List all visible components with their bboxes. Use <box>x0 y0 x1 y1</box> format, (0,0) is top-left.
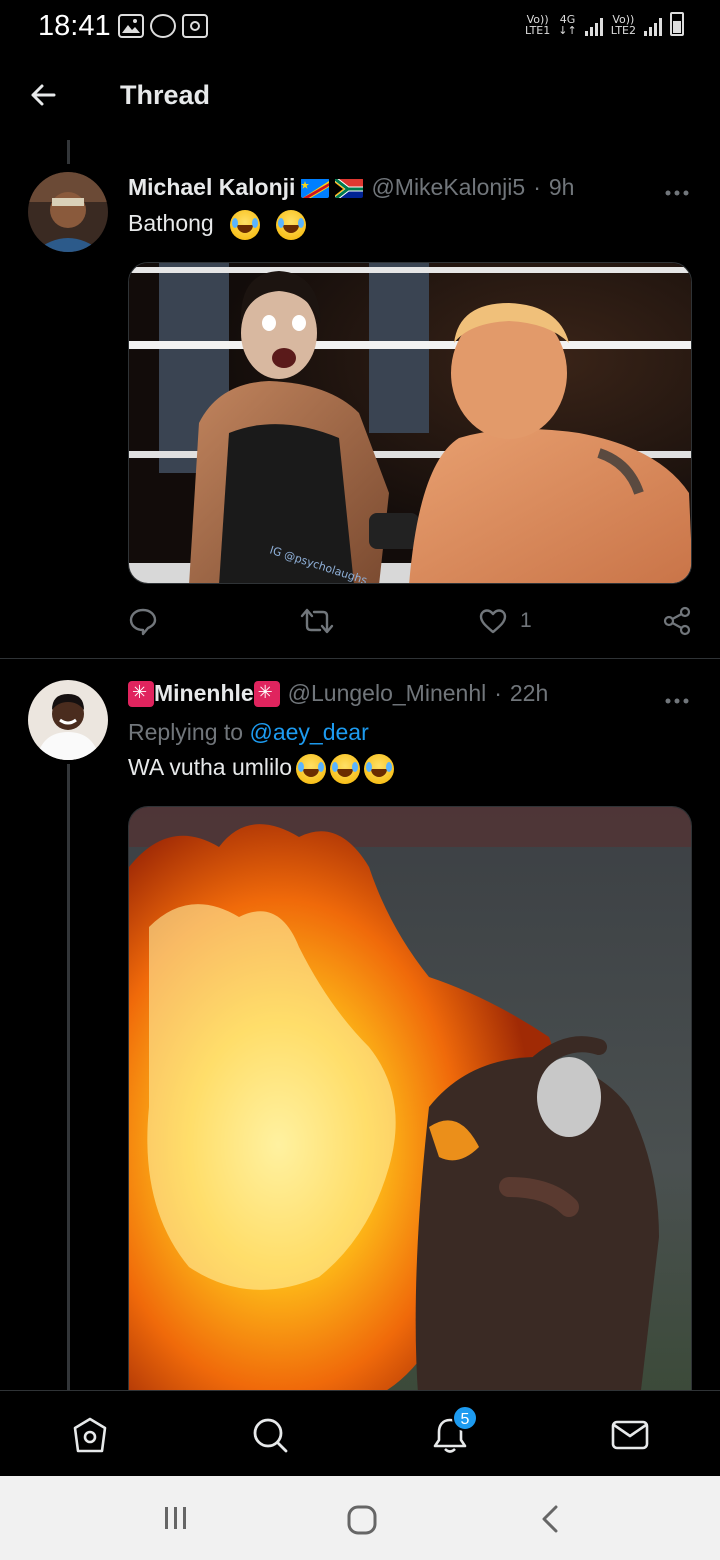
replying-to-mention[interactable]: @aey_dear <box>249 719 368 745</box>
display-name[interactable]: Minenhle <box>154 680 254 707</box>
sim2-indicator: Vo)) LTE2 <box>611 14 636 36</box>
battery-icon <box>670 12 684 36</box>
sim1-lte-label: LTE1 <box>524 24 551 37</box>
share-icon <box>663 606 691 636</box>
tweet-divider <box>0 658 720 659</box>
thread-connector <box>67 764 70 1390</box>
display-name[interactable]: Michael Kalonji <box>128 174 295 201</box>
back-arrow-icon[interactable] <box>26 78 60 112</box>
tweet-body: Bathong <box>128 210 214 237</box>
separator: · <box>533 174 541 200</box>
data-arrows-icon: ↓↑ <box>558 24 577 37</box>
timestamp[interactable]: 9h <box>549 174 575 201</box>
flag-south-africa-icon <box>335 177 364 198</box>
android-navigation-bar <box>0 1476 720 1560</box>
reply-button[interactable] <box>128 606 170 636</box>
screen-recorder-icon <box>182 14 208 38</box>
police-light-icon <box>128 680 154 707</box>
status-bar: 18:41 Vo)) LTE1 4G ↓↑ Vo)) LTE2 <box>0 0 720 52</box>
tweet-image-fire[interactable] <box>128 806 692 1406</box>
notification-badge: 5 <box>452 1405 478 1431</box>
retweet-button[interactable] <box>300 606 346 636</box>
tears-of-joy-emoji <box>364 754 395 784</box>
tweet-body: WA vutha umlilo <box>128 754 293 781</box>
bottom-navigation: 5 <box>0 1390 720 1476</box>
tears-of-joy-emoji <box>276 210 307 240</box>
gallery-icon <box>118 14 144 38</box>
retweet-icon <box>300 608 334 634</box>
network-type: 4G ↓↑ <box>558 14 576 36</box>
separator: · <box>494 680 502 706</box>
sim1-indicator: Vo)) LTE1 <box>525 14 550 36</box>
tears-of-joy-emoji <box>230 210 261 240</box>
thread-connector-top <box>67 140 70 164</box>
tweet-header: Michael Kalonji @MikeKalonji5 · 9h <box>128 174 574 201</box>
handle[interactable]: @Lungelo_Minenhl <box>288 680 487 707</box>
tears-of-joy-emoji <box>330 754 361 784</box>
tweet-text: WA vutha umlilo <box>128 754 395 784</box>
handle[interactable]: @MikeKalonji5 <box>371 174 525 201</box>
signal-icon <box>584 16 603 36</box>
sim2-lte-label: LTE2 <box>610 24 636 37</box>
share-button[interactable] <box>662 606 692 636</box>
tears-of-joy-emoji <box>296 754 327 784</box>
police-light-icon <box>253 680 280 707</box>
home-circle-icon[interactable] <box>346 1504 378 1541</box>
tweet-header: Minenhle @Lungelo_Minenhl · 22h <box>128 680 548 707</box>
replying-to: Replying to @aey_dear <box>128 719 369 746</box>
page-title: Thread <box>120 80 211 110</box>
more-options-icon[interactable] <box>664 692 690 704</box>
back-nav-icon[interactable] <box>538 1504 562 1539</box>
status-time: 18:41 <box>38 10 111 42</box>
flag-dr-congo-icon <box>301 178 330 198</box>
tweet-image-wrestling[interactable]: IG @psycholaughs <box>128 262 692 584</box>
thread-header: Thread <box>0 52 720 138</box>
replying-to-prefix: Replying to <box>128 719 244 745</box>
avatar[interactable] <box>28 680 108 760</box>
home-icon[interactable] <box>70 1415 110 1455</box>
tweet-text: Bathong <box>128 210 307 240</box>
status-indicators: Vo)) LTE1 4G ↓↑ Vo)) LTE2 <box>525 12 684 36</box>
search-icon[interactable] <box>250 1415 290 1455</box>
timestamp[interactable]: 22h <box>510 680 548 707</box>
tweet-actions: 1 <box>128 606 692 636</box>
recent-apps-icon[interactable] <box>162 1504 190 1537</box>
avatar[interactable] <box>28 172 108 252</box>
reply-icon <box>129 608 157 636</box>
like-count: 1 <box>520 609 532 632</box>
heart-icon <box>479 609 507 634</box>
signal-icon-2 <box>644 16 662 36</box>
messages-icon[interactable] <box>610 1415 650 1455</box>
like-button[interactable]: 1 <box>478 606 532 636</box>
more-options-icon[interactable] <box>664 184 690 196</box>
shield-icon <box>150 14 176 38</box>
